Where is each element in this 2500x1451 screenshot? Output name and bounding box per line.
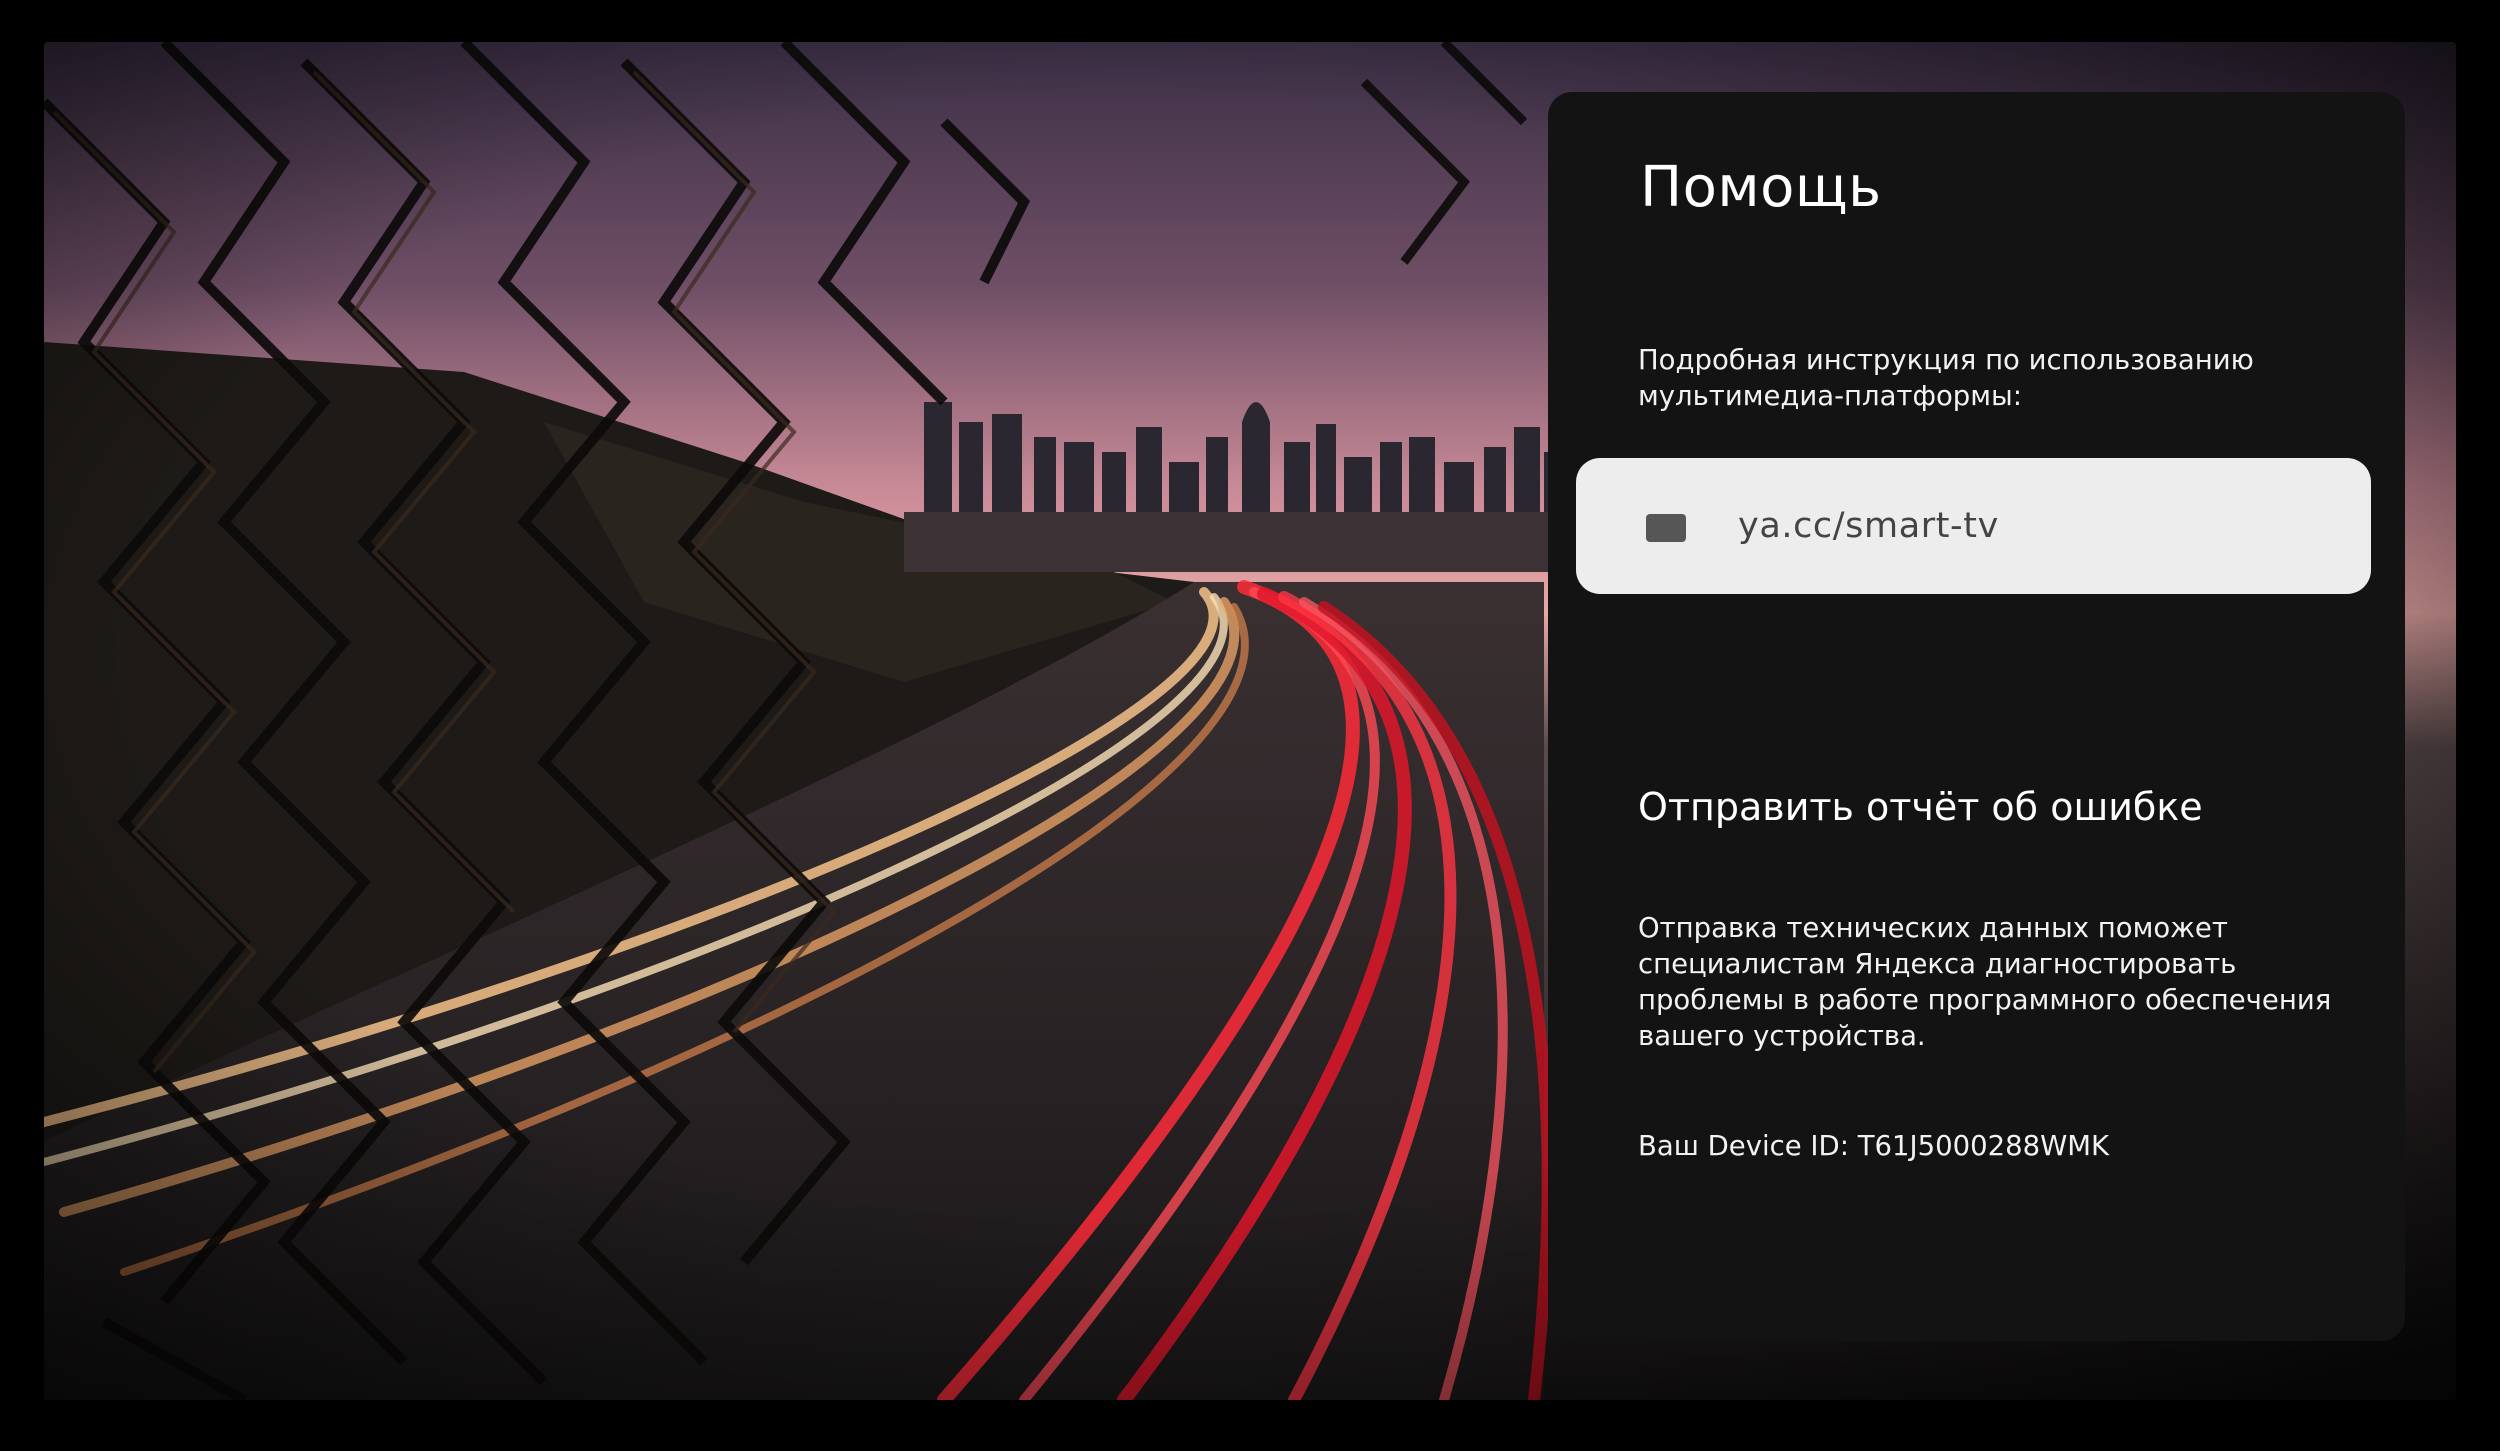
send-error-report-button[interactable]: Отправить отчёт об ошибке [1638, 782, 2203, 832]
panel-title: Помощь [1640, 155, 1882, 220]
help-panel: Помощь Подробная инструкция по использов… [1548, 92, 2405, 1341]
report-description: Отправка технических данных поможет спец… [1638, 912, 2332, 1052]
screen-icon [1646, 514, 1686, 542]
instruction-text: Подробная инструкция по использованию му… [1638, 344, 2254, 412]
link-label: ya.cc/smart-tv [1738, 506, 1999, 546]
tv-screen: Помощь Подробная инструкция по использов… [44, 42, 2456, 1400]
device-id-label: Ваш Device ID: T61J5000288WMK [1638, 1130, 2110, 1162]
smart-tv-link-button[interactable]: ya.cc/smart-tv [1576, 458, 2371, 594]
